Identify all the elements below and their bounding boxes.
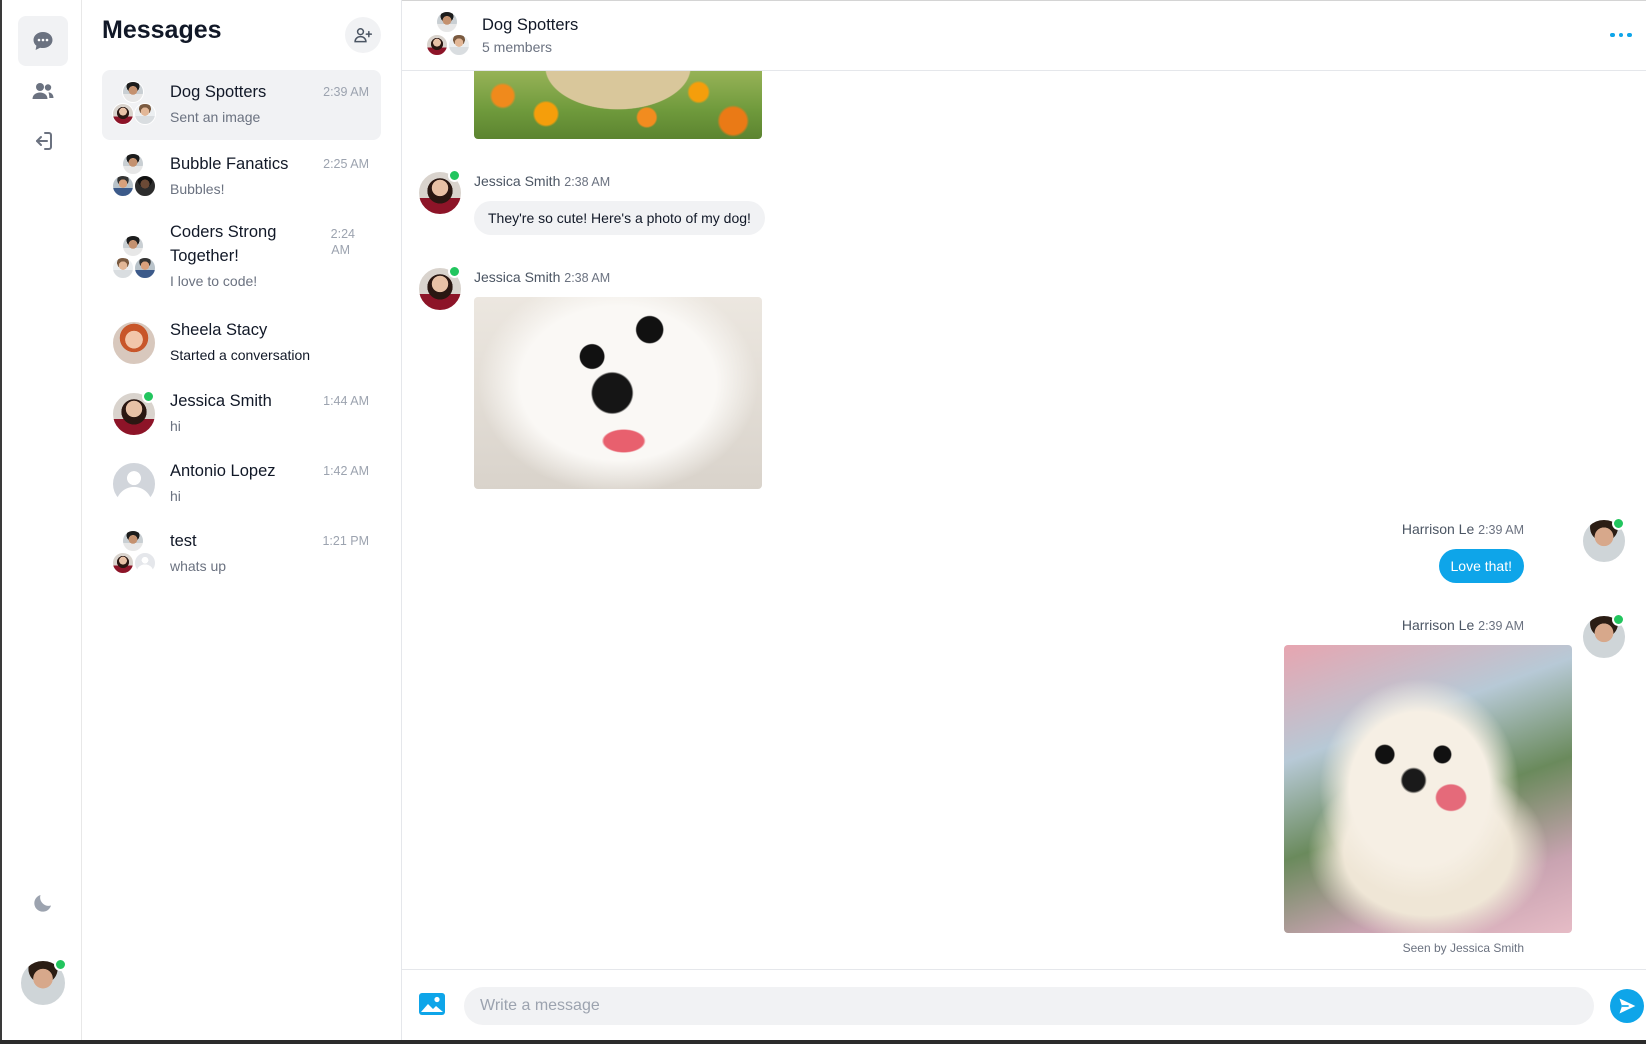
message-bubble: They're so cute! Here's a photo of my do… — [474, 201, 765, 235]
send-icon — [1619, 998, 1636, 1014]
conversation-item[interactable]: test whats up 1:21 PM — [102, 519, 381, 589]
avatar — [134, 552, 156, 574]
sender-name: Harrison Le — [1401, 521, 1475, 537]
message-bubble: Love that! — [1438, 549, 1524, 583]
online-indicator — [448, 265, 461, 278]
message-time: 2:38 AM — [564, 271, 611, 285]
chat-panel: Dog Spotters 5 members Jessica Smith 2:3… — [402, 0, 1646, 1040]
avatar — [112, 175, 134, 197]
conversation-time: 1:21 PM — [322, 534, 369, 548]
chat-bubble-icon — [33, 32, 53, 50]
conversation-list: Messages Dog Spotters Sent an image 2:39… — [82, 0, 402, 1040]
conversation-preview: Bubbles! — [170, 181, 225, 197]
avatar — [134, 257, 156, 279]
conversation-name: Antonio Lopez — [170, 462, 276, 480]
avatar — [112, 257, 134, 279]
image-upload-icon[interactable] — [418, 992, 446, 1016]
pomeranian-photo[interactable] — [474, 297, 762, 489]
send-button[interactable] — [1610, 989, 1644, 1023]
message-list[interactable]: Jessica Smith 2:38 AM They're so cute! H… — [402, 71, 1646, 969]
conversation-preview: hi — [170, 488, 181, 504]
avatar — [112, 321, 156, 365]
chat-header: Dog Spotters 5 members — [402, 1, 1646, 71]
sender-name: Jessica Smith — [474, 173, 561, 189]
online-indicator — [448, 169, 461, 182]
avatar — [426, 34, 448, 56]
message-meta: Harrison Le 2:39 AM — [1402, 521, 1524, 537]
seen-receipt: Seen by Jessica Smith — [1402, 941, 1524, 955]
contacts-nav-button[interactable] — [18, 66, 68, 116]
message-time: 2:39 AM — [1478, 619, 1524, 633]
avatar — [112, 103, 134, 125]
conversation-time: 2:25 AM — [323, 157, 369, 171]
message-composer — [402, 969, 1646, 1041]
conversation-name: Dog Spotters — [170, 83, 267, 101]
message-meta: Harrison Le 2:39 AM — [1402, 617, 1524, 633]
conversation-name-line2: Together! — [170, 247, 239, 265]
new-chat-button[interactable] — [345, 17, 381, 53]
conversation-time: 2:24 — [330, 227, 355, 241]
window-bottom-edge — [0, 1040, 1646, 1044]
user-plus-icon — [354, 28, 373, 43]
menu-dot — [1618, 32, 1624, 38]
avatar — [134, 175, 156, 197]
avatar — [112, 552, 134, 574]
chat-title: Dog Spotters — [482, 16, 579, 34]
conversation-preview: whats up — [170, 558, 227, 574]
chats-nav-button[interactable] — [18, 16, 68, 66]
conversation-preview: Sent an image — [170, 109, 261, 125]
more-horizontal-icon — [1610, 32, 1615, 38]
logout-icon — [36, 132, 52, 150]
conversation-preview: hi — [170, 418, 181, 434]
message-time: 2:38 AM — [564, 175, 611, 189]
dog-field-photo[interactable] — [474, 71, 762, 139]
avatar — [448, 34, 470, 56]
conversation-item[interactable]: Sheela Stacy Started a conversation — [102, 308, 381, 378]
conversation-name: Sheela Stacy — [170, 321, 268, 339]
message-meta: Jessica Smith 2:38 AM — [474, 173, 610, 189]
avatar — [122, 530, 144, 552]
avatar — [436, 11, 458, 33]
conversation-name: Coders Strong — [170, 223, 277, 241]
online-indicator — [54, 958, 67, 971]
conversation-name: Jessica Smith — [170, 392, 272, 410]
message-time: 2:39 AM — [1478, 523, 1524, 537]
left-rail — [0, 0, 82, 1040]
online-indicator — [142, 390, 155, 403]
conversation-item[interactable]: Coders Strong Together! I love to code! … — [102, 214, 381, 306]
conversation-preview: Started a conversation — [170, 347, 311, 363]
conversation-name: test — [170, 532, 197, 550]
conversation-name: Bubble Fanatics — [170, 155, 289, 173]
member-count: 5 members — [482, 39, 553, 55]
conversation-time: 1:42 AM — [323, 464, 369, 478]
avatar — [122, 153, 144, 175]
conversation-item[interactable]: Antonio Lopez hi 1:42 AM — [102, 449, 381, 519]
chat-menu-button[interactable] — [1606, 23, 1636, 47]
menu-dot — [1627, 32, 1632, 38]
avatar — [122, 235, 144, 257]
conversation-item[interactable]: Dog Spotters Sent an image 2:39 AM — [102, 70, 381, 140]
dark-mode-toggle[interactable] — [18, 878, 68, 928]
conversation-item[interactable]: Bubble Fanatics Bubbles! 2:25 AM — [102, 142, 381, 212]
avatar — [112, 462, 156, 506]
conversation-time: 1:44 AM — [323, 394, 369, 408]
avatar — [122, 81, 144, 103]
moon-icon — [34, 895, 51, 912]
sender-name: Jessica Smith — [474, 269, 561, 285]
conversation-time: 2:39 AM — [323, 85, 369, 99]
avatar — [134, 103, 156, 125]
online-indicator — [1612, 517, 1625, 530]
chihuahua-photo[interactable] — [1284, 645, 1572, 933]
conversation-time-line2: AM — [331, 243, 350, 257]
conversation-preview: I love to code! — [170, 273, 258, 289]
logout-nav-button[interactable] — [18, 116, 68, 166]
page-title: Messages — [102, 16, 222, 44]
users-icon — [32, 83, 54, 99]
sender-name: Harrison Le — [1401, 617, 1475, 633]
online-indicator — [1612, 613, 1625, 626]
message-input[interactable] — [464, 987, 1594, 1025]
conversation-item[interactable]: Jessica Smith hi 1:44 AM — [102, 379, 381, 449]
message-meta: Jessica Smith 2:38 AM — [474, 269, 610, 285]
